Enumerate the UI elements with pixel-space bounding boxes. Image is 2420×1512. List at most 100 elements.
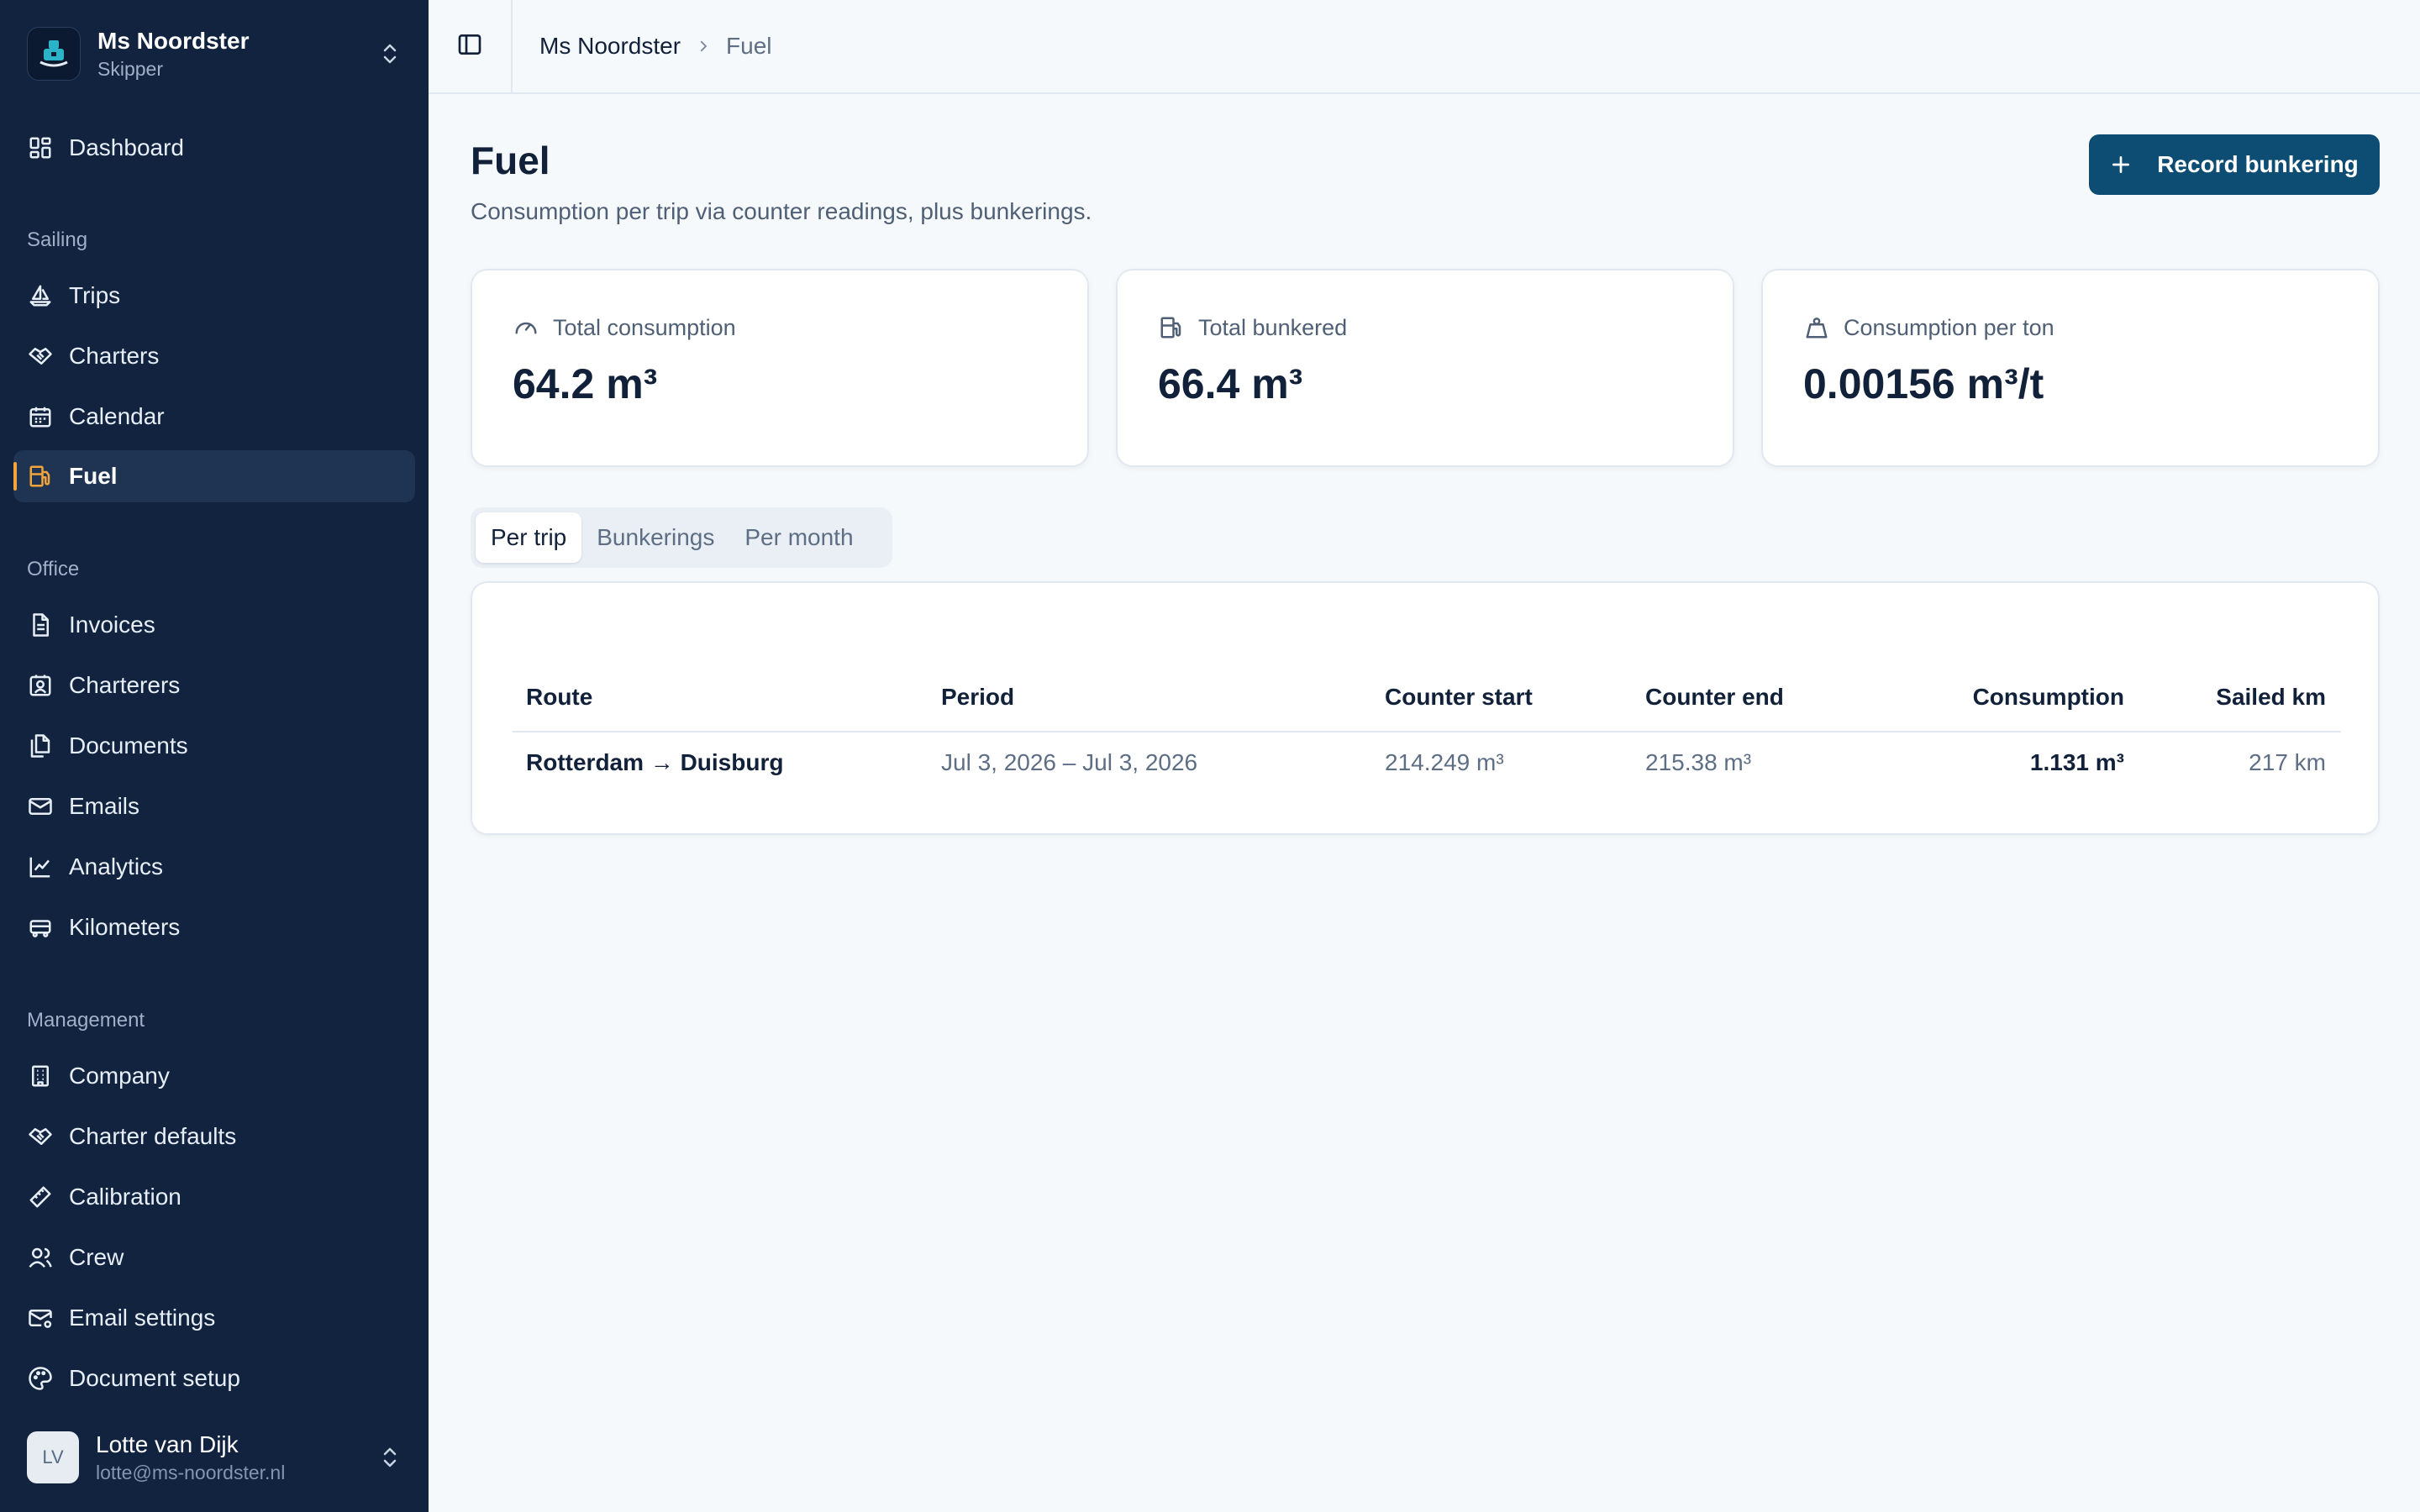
breadcrumb-current: Fuel xyxy=(726,33,772,59)
sidebar-item-invoices[interactable]: Invoices xyxy=(13,599,415,651)
tab-per-month[interactable]: Per month xyxy=(729,512,868,563)
column-header-sailed-km: Sailed km xyxy=(2216,684,2326,710)
sidebar-item-calendar[interactable]: Calendar xyxy=(13,391,415,443)
cell-period: Jul 3, 2026 – Jul 3, 2026 xyxy=(941,749,1198,775)
sidebar-item-label: Calibration xyxy=(69,1184,182,1210)
column-header-period: Period xyxy=(941,684,1015,710)
sidebar-item-label: Invoices xyxy=(69,612,155,638)
workspace-role: Skipper xyxy=(97,58,163,80)
sidebar-item-label: Crew xyxy=(69,1244,124,1270)
file-text-icon xyxy=(27,612,54,638)
sidebar-item-kilometers[interactable]: Kilometers xyxy=(13,901,415,953)
weight-icon xyxy=(1803,314,1830,341)
fuel-pump-icon xyxy=(27,463,54,490)
tab-per-trip[interactable]: Per trip xyxy=(476,512,582,563)
sidebar-item-label: Dashboard xyxy=(69,134,184,160)
sidebar-item-calibration[interactable]: Calibration xyxy=(13,1171,415,1223)
sidebar-item-label: Analytics xyxy=(69,853,164,879)
sidebar-item-company[interactable]: Company xyxy=(13,1050,415,1102)
handshake-icon xyxy=(27,343,54,370)
topbar: Ms Noordster Fuel xyxy=(429,0,2420,94)
cell-counter-start: 214.249 m³ xyxy=(1385,749,1504,775)
stat-card-total-consumption: Total consumption 64.2 m³ xyxy=(471,269,1089,467)
sidebar-item-document-setup[interactable]: Document setup xyxy=(13,1352,415,1404)
page-title: Fuel xyxy=(471,139,550,182)
column-header-counter-end: Counter end xyxy=(1645,684,1784,710)
sidebar-item-label: Fuel xyxy=(69,463,118,489)
chevrons-up-down-icon xyxy=(378,39,402,69)
record-bunkering-label: Record bunkering xyxy=(2157,151,2359,177)
cell-counter-end: 215.38 m³ xyxy=(1645,749,1752,775)
panel-left-icon xyxy=(456,31,483,62)
section-label-office: Office xyxy=(27,558,80,580)
section-label-management: Management xyxy=(27,1009,145,1032)
header-divider xyxy=(513,731,2341,732)
dashboard-icon xyxy=(27,134,54,161)
sidebar-item-analytics[interactable]: Analytics xyxy=(13,841,415,893)
section-label-sailing: Sailing xyxy=(27,228,88,251)
sidebar-item-label: Email settings xyxy=(69,1305,216,1331)
sidebar-item-trips[interactable]: Trips xyxy=(13,270,415,322)
avatar: LV xyxy=(27,1431,79,1483)
record-bunkering-button[interactable]: Record bunkering xyxy=(2089,134,2380,195)
stat-card-consumption-per-ton: Consumption per ton 0.00156 m³/t xyxy=(1761,269,2380,467)
sidebar-item-label: Charter defaults xyxy=(69,1123,237,1149)
sidebar-item-charter-defaults[interactable]: Charter defaults xyxy=(13,1110,415,1163)
sidebar-item-label: Charterers xyxy=(69,672,181,698)
mail-icon xyxy=(27,793,54,820)
sidebar-item-charters[interactable]: Charters xyxy=(13,330,415,382)
building-icon xyxy=(27,1063,54,1089)
cell-consumption: 1.131 m³ xyxy=(2029,749,2124,775)
sidebar: Ms Noordster Skipper Dashboard Sailing T… xyxy=(0,0,429,1512)
plus-icon xyxy=(2110,154,2132,176)
workspace-name: Ms Noordster xyxy=(97,28,250,54)
column-header-route: Route xyxy=(526,684,593,710)
workspace-switcher[interactable]: Ms Noordster Skipper xyxy=(13,20,415,87)
sailboat-icon xyxy=(27,282,54,309)
palette-icon xyxy=(27,1365,54,1392)
sidebar-item-email-settings[interactable]: Email settings xyxy=(13,1292,415,1344)
sidebar-toggle-button[interactable] xyxy=(429,0,513,92)
chevrons-up-down-icon xyxy=(378,1442,402,1473)
sidebar-item-label: Trips xyxy=(69,282,121,308)
files-icon xyxy=(27,732,54,759)
stat-value: 66.4 m³ xyxy=(1158,360,1303,407)
column-header-counter-start: Counter start xyxy=(1385,684,1533,710)
handshake-icon xyxy=(27,1123,54,1150)
column-header-consumption: Consumption xyxy=(1972,684,2124,710)
sidebar-item-fuel[interactable]: Fuel xyxy=(13,450,415,502)
gauge-icon xyxy=(513,314,539,341)
stat-label: Consumption per ton xyxy=(1844,314,2054,340)
page-subtitle: Consumption per trip via counter reading… xyxy=(471,198,1092,224)
breadcrumb: Ms Noordster Fuel xyxy=(539,0,772,92)
stat-label: Total consumption xyxy=(553,314,736,340)
sidebar-item-label: Calendar xyxy=(69,403,165,429)
sidebar-item-label: Charters xyxy=(69,343,160,369)
sidebar-item-label: Emails xyxy=(69,793,140,819)
users-icon xyxy=(27,1244,54,1271)
sidebar-item-label: Company xyxy=(69,1063,170,1089)
user-menu[interactable]: LV Lotte van Dijk lotte@ms-noordster.nl xyxy=(13,1428,415,1487)
calendar-icon xyxy=(27,403,54,430)
sidebar-item-emails[interactable]: Emails xyxy=(13,780,415,832)
ruler-icon xyxy=(27,1184,54,1210)
chevron-right-icon xyxy=(696,39,711,54)
fuel-tabs: Per trip Bunkerings Per month xyxy=(471,507,892,568)
sidebar-item-label: Document setup xyxy=(69,1365,240,1391)
fuel-pump-icon xyxy=(1158,314,1185,341)
tab-bunkerings[interactable]: Bunkerings xyxy=(581,512,729,563)
cell-sailed-km: 217 km xyxy=(2249,749,2326,775)
sidebar-item-dashboard[interactable]: Dashboard xyxy=(13,122,415,174)
stat-value: 64.2 m³ xyxy=(513,360,658,407)
line-chart-icon xyxy=(27,853,54,880)
sidebar-item-charterers[interactable]: Charterers xyxy=(13,659,415,711)
stat-label: Total bunkered xyxy=(1198,314,1348,340)
user-name: Lotte van Dijk xyxy=(96,1431,239,1457)
cell-route: Rotterdam → Duisburg xyxy=(526,749,784,775)
breadcrumb-root-link[interactable]: Ms Noordster xyxy=(539,33,681,60)
bus-icon xyxy=(27,914,54,941)
user-email: lotte@ms-noordster.nl xyxy=(96,1462,286,1483)
sidebar-item-crew[interactable]: Crew xyxy=(13,1231,415,1284)
sidebar-item-documents[interactable]: Documents xyxy=(13,720,415,772)
sidebar-item-label: Kilometers xyxy=(69,914,181,940)
